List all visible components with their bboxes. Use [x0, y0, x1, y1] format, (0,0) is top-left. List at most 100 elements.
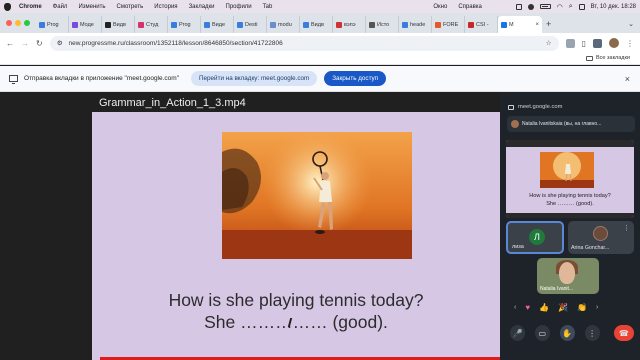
- clap-reaction-icon[interactable]: 👏: [577, 303, 587, 312]
- tab-label: M: [509, 21, 514, 28]
- reload-icon[interactable]: ↻: [36, 39, 43, 48]
- folder-icon: [585, 55, 593, 61]
- url-text[interactable]: new.progressme.ru/classroom/1352118/less…: [69, 40, 540, 47]
- bookmark-star-icon[interactable]: ☆: [546, 39, 552, 47]
- more-options-icon[interactable]: ⋮: [623, 224, 630, 232]
- browser-tab[interactable]: вэпэ: [333, 16, 366, 33]
- thumbs-up-reaction-icon[interactable]: 👍: [539, 303, 549, 312]
- menu-view[interactable]: Смотреть: [117, 4, 144, 10]
- record-icon[interactable]: [527, 3, 534, 10]
- browser-tab[interactable]: Видв: [300, 16, 333, 33]
- bookmarks-bar: Все закладки: [0, 53, 640, 65]
- participant-tile-liza[interactable]: Л лиза: [506, 221, 564, 254]
- tab-list: Prog Моде Видв Студ Prog Виде Desti modu Видв вэп…: [36, 16, 542, 33]
- browser-tab[interactable]: Моде: [69, 16, 102, 33]
- raise-hand-icon[interactable]: ✋: [559, 325, 575, 341]
- browser-tab[interactable]: CSI -: [465, 16, 498, 33]
- tab-favicon-icon: [72, 21, 78, 28]
- wifi-icon[interactable]: ◠: [557, 3, 563, 11]
- screen-icon[interactable]: [515, 3, 522, 10]
- menu-kebab-icon[interactable]: ⋮: [626, 39, 634, 48]
- tab-favicon-icon: [204, 21, 210, 28]
- back-icon[interactable]: ←: [6, 39, 14, 48]
- browser-tab[interactable]: Исто: [366, 16, 399, 33]
- tab-favicon-icon: [369, 21, 375, 28]
- menu-file[interactable]: Файл: [53, 4, 68, 10]
- heart-reaction-icon[interactable]: ♥: [525, 303, 530, 312]
- stop-sharing-button[interactable]: Закрыть доступ: [324, 71, 387, 86]
- sharing-message: Отправка вкладки в приложение "meet.goog…: [24, 75, 180, 82]
- extensions-icon[interactable]: [565, 38, 575, 48]
- chevron-right-icon[interactable]: ›: [596, 304, 598, 311]
- presenter-bar[interactable]: Natalia Ivanitskaia (вы, на главно...: [507, 116, 635, 132]
- macos-menubar: Chrome Файл Изменить Смотреть История За…: [0, 0, 640, 13]
- sidebar-icon[interactable]: ▯: [582, 39, 586, 48]
- apple-icon[interactable]: [4, 2, 11, 11]
- menu-bookmarks[interactable]: Закладки: [189, 4, 215, 10]
- video-frame[interactable]: How is she playing tennis today? She …………: [92, 112, 500, 360]
- participant-tile-arina[interactable]: ⋮ Arina Gonchar...: [568, 221, 634, 254]
- preview-tennis-image: [540, 152, 594, 188]
- tab-favicon-icon: [336, 21, 342, 28]
- participant-name: Natalia Ivanit...: [540, 286, 574, 292]
- maximize-window-icon[interactable]: [24, 20, 30, 26]
- site-info-icon[interactable]: ⚙: [57, 39, 63, 47]
- close-window-icon[interactable]: [6, 20, 12, 26]
- search-icon[interactable]: ⌕: [569, 3, 573, 11]
- control-center-icon[interactable]: [578, 3, 585, 10]
- browser-tab[interactable]: modu: [267, 16, 300, 33]
- question-text: How is she playing tennis today?: [168, 290, 424, 310]
- celebrate-reaction-icon[interactable]: 🎉: [558, 303, 568, 312]
- participant-initial: Л: [529, 229, 545, 245]
- minimize-window-icon[interactable]: [15, 20, 21, 26]
- close-tab-icon[interactable]: ×: [535, 22, 539, 28]
- tab-label: Студ: [146, 21, 159, 28]
- browser-tab[interactable]: Prog: [168, 16, 201, 33]
- call-controls: 🎤 ▭ ✋ ⋮ ☎: [510, 325, 635, 341]
- browser-tab[interactable]: heade: [399, 16, 432, 33]
- tab-label: Видв: [113, 21, 126, 28]
- battery-icon[interactable]: [539, 4, 551, 9]
- browser-tab[interactable]: Виде: [201, 16, 234, 33]
- menu-window[interactable]: Окно: [433, 4, 447, 10]
- tab-favicon-icon: [270, 21, 276, 28]
- browser-tab[interactable]: Студ: [135, 16, 168, 33]
- tennis-player-image: [222, 132, 412, 259]
- close-infobar-icon[interactable]: ×: [625, 74, 630, 84]
- menubar-clock[interactable]: Вт, 10 дек. 18:28: [591, 4, 636, 10]
- tab-sharing-infobar: Отправка вкладки в приложение "meet.goog…: [0, 66, 640, 92]
- menu-tab[interactable]: Tab: [263, 4, 273, 10]
- microphone-icon[interactable]: 🎤: [510, 325, 525, 341]
- participant-tile-self[interactable]: Natalia Ivanit...: [537, 258, 599, 294]
- browser-tab[interactable]: Desti: [234, 16, 267, 33]
- browser-tab[interactable]: FORE: [432, 16, 465, 33]
- profile-avatar[interactable]: [609, 38, 619, 48]
- all-bookmarks-button[interactable]: Все закладки: [585, 55, 630, 61]
- browser-tab[interactable]: Видв: [102, 16, 135, 33]
- tab-active[interactable]: M ×: [498, 16, 542, 33]
- tab-label: Prog: [179, 21, 191, 28]
- shared-screen-preview[interactable]: How is she playing tennis today? She …………: [506, 140, 634, 218]
- participant-name: Arina Gonchar...: [571, 245, 610, 251]
- address-bar[interactable]: ⚙ new.progressme.ru/classroom/1352118/le…: [49, 35, 559, 51]
- video-call-icon: [508, 104, 514, 110]
- chevron-left-icon[interactable]: ‹: [514, 304, 516, 311]
- browser-tab[interactable]: Prog: [36, 16, 69, 33]
- goto-tab-button[interactable]: Перейти на вкладку: meet.google.com: [191, 71, 318, 86]
- download-icon[interactable]: [593, 38, 602, 48]
- monitor-icon: [9, 75, 18, 84]
- tab-favicon-icon: [138, 21, 144, 28]
- menu-profiles[interactable]: Профили: [226, 4, 252, 10]
- menu-history[interactable]: История: [154, 4, 177, 10]
- menu-edit[interactable]: Изменить: [78, 4, 105, 10]
- menu-app-name[interactable]: Chrome: [19, 4, 42, 10]
- menu-help[interactable]: Справка: [458, 4, 482, 10]
- presenter-name: Natalia Ivanitskaia (вы, на главно...: [522, 121, 602, 127]
- camera-icon[interactable]: ▭: [534, 325, 550, 341]
- tab-search-chevron-icon[interactable]: ⌄: [628, 20, 634, 28]
- leave-call-icon[interactable]: ☎: [613, 325, 635, 341]
- new-tab-icon[interactable]: +: [546, 19, 551, 29]
- forward-icon[interactable]: →: [21, 39, 29, 48]
- more-options-icon[interactable]: ⋮: [584, 325, 600, 341]
- tab-label: FORE: [443, 21, 459, 28]
